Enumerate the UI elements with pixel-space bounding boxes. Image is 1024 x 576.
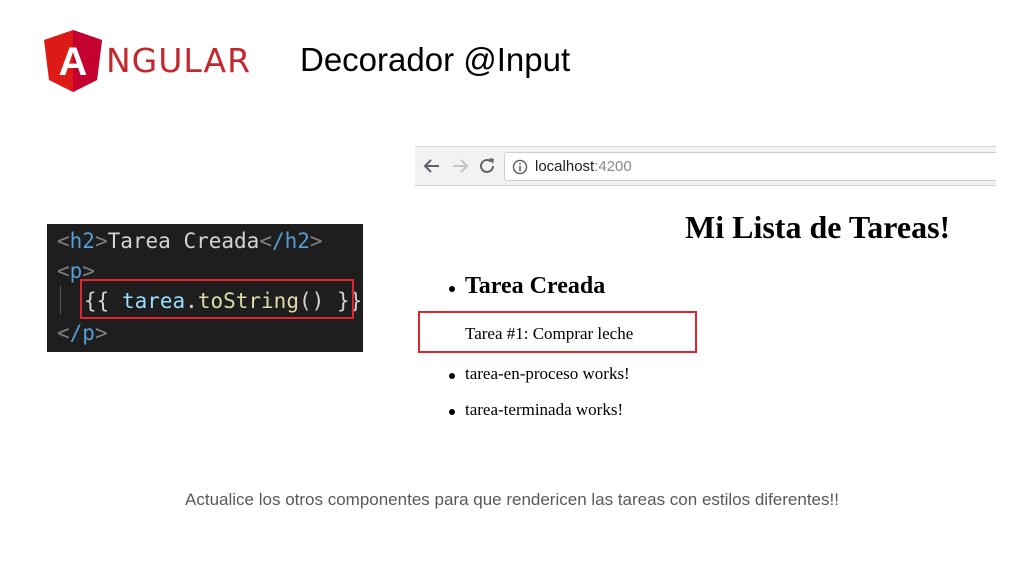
code-tag: /p [69, 321, 95, 345]
output-highlight-box [418, 311, 697, 353]
list-bullet [449, 409, 455, 415]
list-bullet [449, 373, 455, 379]
code-highlight-box [80, 279, 354, 319]
code-line-4: </p> [57, 321, 108, 345]
forward-arrow-icon[interactable] [450, 156, 470, 176]
code-tag: h2 [69, 229, 95, 253]
url-port: :4200 [594, 158, 632, 175]
list-item-finished: tarea-terminada works! [465, 400, 624, 419]
code-text: Tarea Creada [107, 229, 260, 253]
logo-wordmark: NGULAR [106, 41, 252, 80]
url-host: localhost [535, 158, 595, 175]
reload-icon[interactable] [477, 156, 497, 176]
list-item-in-progress: tarea-en-proceso works! [465, 364, 630, 383]
task-created-title: Tarea Creada [465, 273, 606, 299]
browser-window: localhost:4200 Mi Lista de Tareas! Tarea… [415, 146, 996, 436]
angular-logo: A NGULAR [44, 30, 274, 92]
angular-logo-icon: A [44, 30, 102, 92]
address-bar[interactable]: localhost:4200 [504, 152, 996, 181]
logo-letter: A [59, 40, 88, 84]
browser-toolbar: localhost:4200 [415, 146, 996, 186]
code-line-1: <h2>Tarea Creada</h2> [57, 229, 323, 253]
slide-title: Decorador @Input [300, 41, 571, 78]
footer-note: Actualice los otros componentes para que… [185, 490, 839, 509]
code-tag: /h2 [271, 229, 310, 253]
back-arrow-icon[interactable] [422, 156, 442, 176]
url-text[interactable]: localhost:4200 [535, 157, 632, 177]
indent-guide [60, 286, 61, 314]
info-icon[interactable] [512, 159, 528, 175]
list-bullet [449, 286, 455, 292]
page-heading: Mi Lista de Tareas! [685, 209, 951, 245]
